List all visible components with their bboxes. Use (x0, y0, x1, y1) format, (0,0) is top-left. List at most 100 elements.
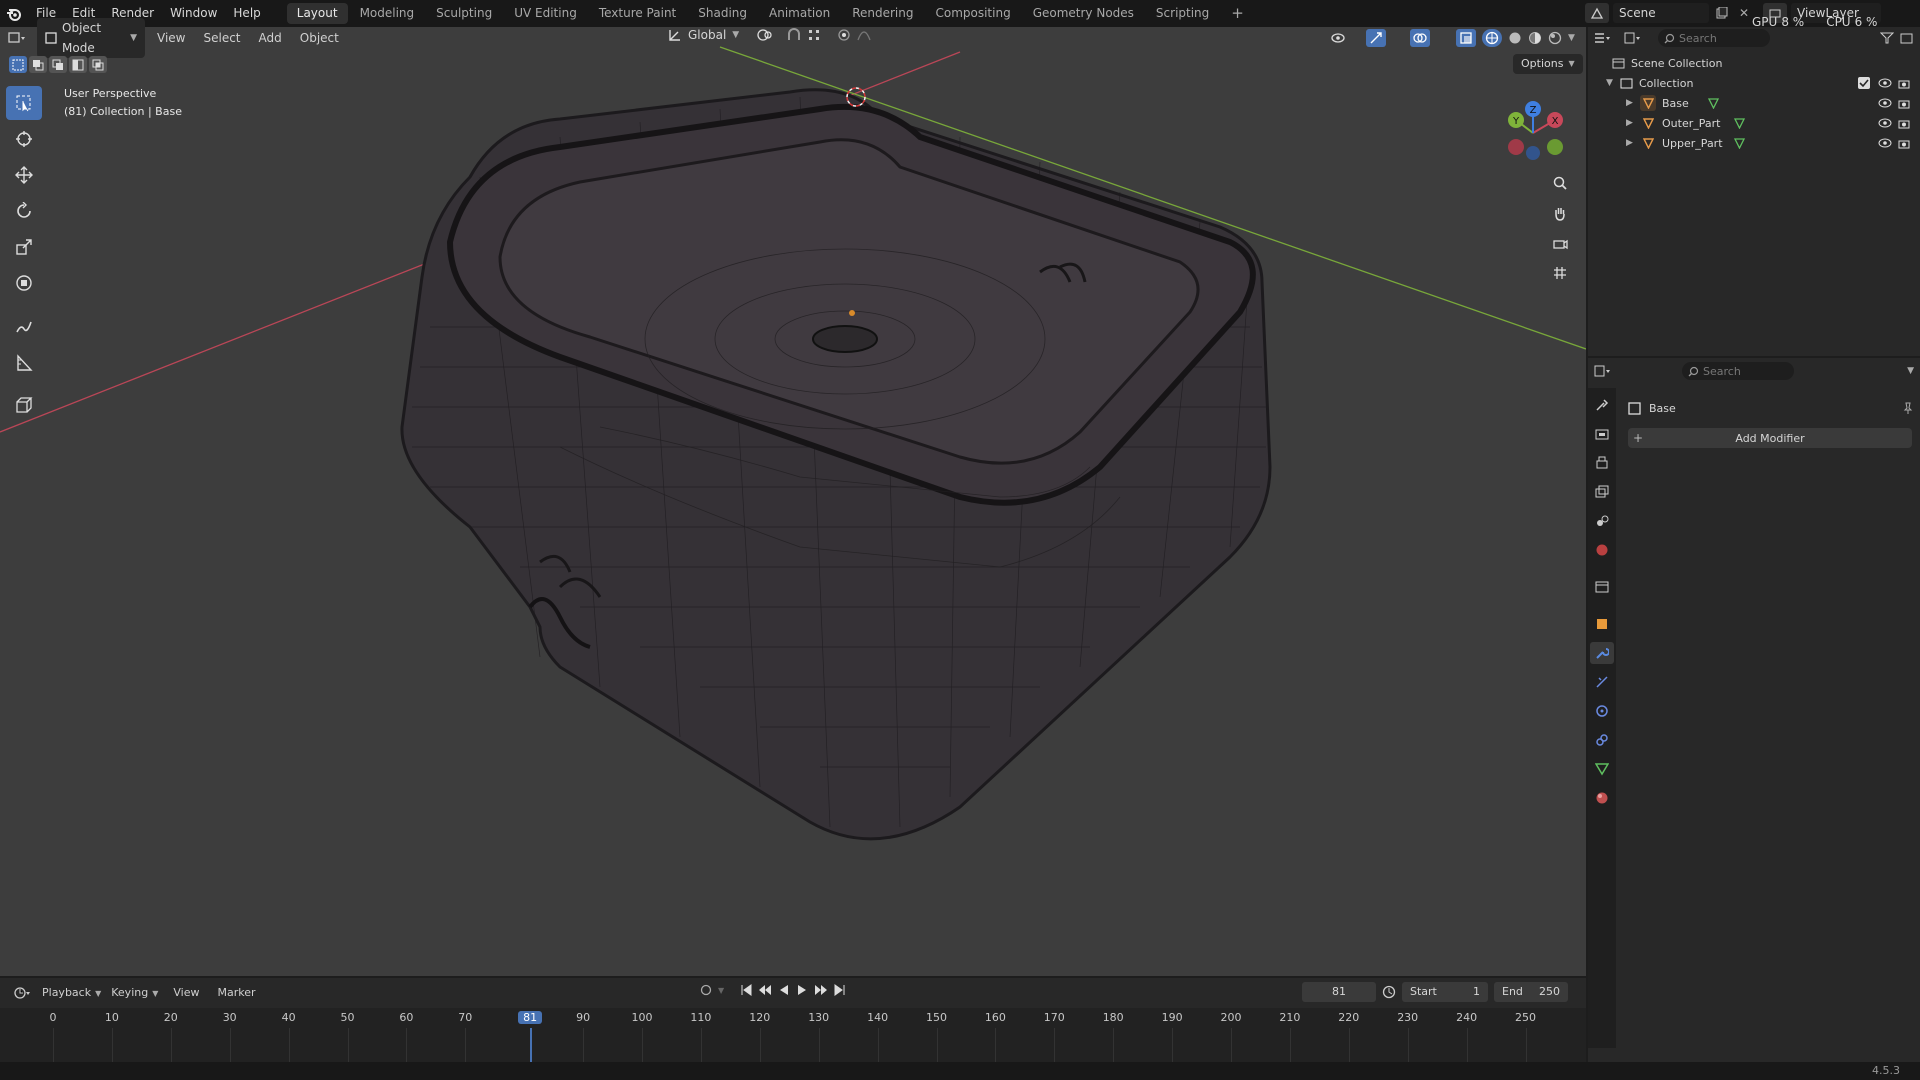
shading-solid-icon[interactable] (1508, 31, 1522, 45)
play-reverse-icon[interactable] (778, 984, 790, 996)
expand-arrow-icon[interactable]: ▶ (1626, 98, 1640, 108)
shading-wireframe-icon[interactable] (1482, 29, 1502, 47)
visibility-eye-icon[interactable] (1878, 118, 1892, 128)
tool-move[interactable] (6, 158, 42, 192)
timeline-editor-icon[interactable] (8, 986, 38, 1000)
filter-icon[interactable] (1880, 32, 1894, 44)
tab-sculpting[interactable]: Sculpting (426, 3, 502, 24)
outliner-item-upper-part[interactable]: ▶ Upper_Part (1626, 133, 1920, 153)
timeline-menu-marker[interactable]: Marker (208, 982, 264, 1004)
tab-layout[interactable]: Layout (286, 3, 348, 24)
snap-target-icon[interactable] (807, 28, 821, 42)
collection-tab-icon[interactable] (1595, 576, 1609, 598)
object-tab-icon[interactable] (1595, 613, 1609, 635)
tool-scale[interactable] (6, 230, 42, 264)
start-frame-field[interactable]: Start 1 (1402, 982, 1488, 1002)
mesh-data-icon[interactable] (1734, 117, 1745, 129)
gizmo-toggle-icon[interactable] (1366, 29, 1386, 47)
ortho-grid-icon[interactable] (1548, 261, 1572, 285)
tab-scripting[interactable]: Scripting (1146, 3, 1219, 24)
navigation-gizmo[interactable]: X Y Z (1498, 95, 1568, 165)
outliner-search[interactable]: Search (1658, 29, 1770, 47)
outliner-item-outer-part[interactable]: ▶ Outer_Part (1626, 113, 1920, 133)
current-frame-marker[interactable]: 81 (518, 1011, 543, 1024)
viewport-menu-view[interactable]: View (148, 27, 194, 49)
overlay-toggle-icon[interactable] (1410, 29, 1430, 47)
pivot-point-icon[interactable] (757, 28, 773, 42)
visibility-eye-icon[interactable] (1878, 98, 1892, 108)
jump-end-icon[interactable] (834, 984, 846, 996)
constraints-tab-icon[interactable] (1595, 729, 1609, 751)
play-icon[interactable] (796, 984, 808, 996)
menu-help[interactable]: Help (225, 0, 268, 27)
tab-modeling[interactable]: Modeling (350, 3, 425, 24)
viewport-menu-select[interactable]: Select (194, 27, 249, 49)
viewport-menu-object[interactable]: Object (291, 27, 348, 49)
material-tab-icon[interactable] (1595, 787, 1609, 809)
world-tab-icon[interactable] (1595, 539, 1609, 561)
blender-logo-icon[interactable] (0, 0, 28, 27)
tab-rendering[interactable]: Rendering (842, 3, 923, 24)
tool-rotate[interactable] (6, 194, 42, 228)
orientation-dropdown[interactable]: Global (688, 28, 726, 42)
add-modifier-button[interactable]: + Add Modifier (1628, 428, 1912, 448)
output-tab-icon[interactable] (1595, 452, 1609, 474)
xray-toggle-icon[interactable] (1456, 29, 1476, 47)
tab-uv-editing[interactable]: UV Editing (504, 3, 587, 24)
add-workspace-button[interactable]: + (1221, 3, 1254, 24)
tool-annotate[interactable] (6, 310, 42, 344)
next-keyframe-icon[interactable] (814, 984, 828, 996)
chevron-down-icon[interactable]: ▼ (1907, 366, 1914, 376)
mesh-data-icon[interactable] (1708, 97, 1719, 109)
use-preview-range-icon[interactable] (1382, 985, 1396, 999)
tool-measure[interactable] (6, 346, 42, 380)
record-keyframe-icon[interactable] (700, 984, 712, 996)
end-frame-field[interactable]: End 250 (1494, 982, 1568, 1002)
visibility-eye-icon[interactable] (1878, 78, 1892, 88)
new-scene-icon[interactable] (1713, 7, 1731, 19)
select-new-icon[interactable] (9, 56, 27, 73)
timeline-ruler[interactable]: 0 10 20 30 40 50 60 70 81 90 100 110 120 130 140 150 160… (0, 1008, 1586, 1062)
visibility-selectability-icon[interactable] (1330, 31, 1346, 45)
editor-type-icon[interactable] (0, 31, 34, 45)
tab-shading[interactable]: Shading (688, 3, 757, 24)
viewport-menu-add[interactable]: Add (250, 27, 291, 49)
proportional-edit-icon[interactable] (837, 28, 851, 42)
select-subtract-icon[interactable] (49, 56, 67, 73)
tool-select-box[interactable] (6, 86, 42, 120)
particles-tab-icon[interactable] (1595, 671, 1609, 693)
pan-hand-icon[interactable] (1548, 201, 1572, 225)
mesh-data-tab-icon[interactable] (1595, 758, 1609, 780)
tool-transform[interactable] (6, 266, 42, 300)
zoom-icon[interactable] (1548, 171, 1572, 195)
tab-animation[interactable]: Animation (759, 3, 840, 24)
outliner-item-base[interactable]: ▶ Base (1626, 93, 1920, 113)
collection-row[interactable]: ▼ Collection (1606, 73, 1920, 93)
menu-window[interactable]: Window (162, 0, 225, 27)
proportional-falloff-icon[interactable] (857, 28, 871, 42)
visibility-eye-icon[interactable] (1878, 138, 1892, 148)
scene-collection-row[interactable]: Scene Collection (1612, 53, 1920, 73)
render-camera-icon[interactable] (1898, 138, 1910, 149)
tab-geometry-nodes[interactable]: Geometry Nodes (1023, 3, 1144, 24)
shading-material-icon[interactable] (1528, 31, 1542, 45)
camera-view-icon[interactable] (1548, 231, 1572, 255)
display-mode-icon[interactable] (1624, 32, 1642, 44)
expand-arrow-icon[interactable]: ▶ (1626, 118, 1640, 128)
timeline-menu-view[interactable]: View (164, 982, 208, 1004)
options-dropdown[interactable]: Options ▼ (1513, 54, 1583, 74)
expand-arrow-icon[interactable]: ▶ (1626, 138, 1640, 148)
tab-texture-paint[interactable]: Texture Paint (589, 3, 686, 24)
outliner-editor-icon[interactable] (1594, 32, 1612, 44)
render-camera-icon[interactable] (1898, 78, 1910, 89)
mesh-data-icon[interactable] (1734, 137, 1745, 149)
scene-tab-icon[interactable] (1595, 510, 1609, 532)
3d-viewport[interactable]: User Perspective (81) Collection | Base … (0, 27, 1586, 976)
scene-field[interactable]: Scene (1613, 3, 1709, 23)
snap-icon[interactable] (787, 28, 801, 42)
select-invert-icon[interactable] (69, 56, 87, 73)
delete-scene-icon[interactable]: ✕ (1735, 6, 1753, 20)
select-intersect-icon[interactable] (89, 56, 107, 73)
physics-tab-icon[interactable] (1595, 700, 1609, 722)
timeline-menu-playback[interactable]: Playback (38, 982, 95, 1004)
